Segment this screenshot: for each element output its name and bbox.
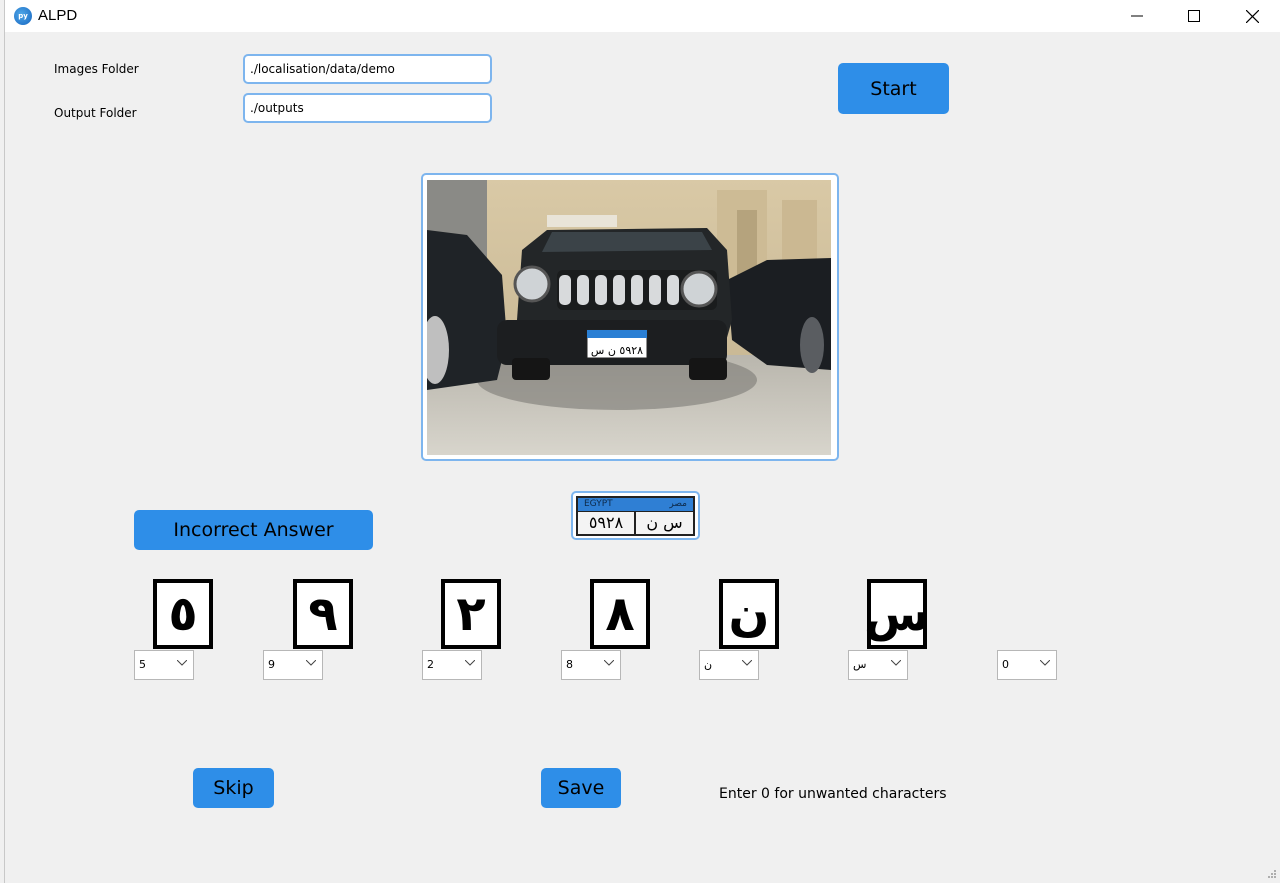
plate-country-en: EGYPT bbox=[584, 499, 613, 509]
char-select-value: 2 bbox=[427, 658, 434, 671]
char-select-7[interactable]: 0 bbox=[997, 650, 1057, 680]
plate-crop: EGYPT مصر ٥٩٢٨ س ن bbox=[576, 496, 695, 536]
char-select-value: 0 bbox=[1002, 658, 1009, 671]
char-image: ٩ bbox=[293, 579, 353, 649]
plate-letters: س ن bbox=[646, 513, 683, 532]
save-button[interactable]: Save bbox=[541, 768, 621, 808]
title-bar: py ALPD bbox=[5, 0, 1280, 32]
char-image: س bbox=[864, 579, 930, 649]
chevron-down-icon bbox=[465, 660, 475, 666]
chevron-down-icon bbox=[891, 660, 901, 666]
chevron-down-icon bbox=[1040, 660, 1050, 666]
close-icon bbox=[1245, 9, 1259, 23]
char-select-value: 5 bbox=[139, 658, 146, 671]
maximize-icon bbox=[1188, 10, 1200, 22]
window-title: ALPD bbox=[38, 7, 78, 24]
start-button[interactable]: Start bbox=[838, 63, 949, 114]
skip-button[interactable]: Skip bbox=[193, 768, 274, 808]
char-image: ٥ bbox=[153, 579, 213, 649]
char-select-4[interactable]: 8 bbox=[561, 650, 621, 680]
maximize-button[interactable] bbox=[1165, 0, 1223, 32]
chevron-down-icon bbox=[604, 660, 614, 666]
resize-grip-icon[interactable] bbox=[1267, 869, 1277, 879]
unwanted-characters-hint: Enter 0 for unwanted characters bbox=[719, 786, 947, 802]
char-select-value: ن bbox=[704, 658, 713, 671]
python-app-icon: py bbox=[14, 7, 32, 25]
plate-crop-frame: EGYPT مصر ٥٩٢٨ س ن bbox=[571, 491, 700, 540]
char-select-6[interactable]: س bbox=[848, 650, 908, 680]
car-photo: ٥٩٢٨ ن س bbox=[427, 180, 831, 455]
plate-numbers: ٥٩٢٨ bbox=[578, 512, 636, 534]
plate-header: EGYPT مصر bbox=[578, 498, 693, 511]
svg-text:٥٩٢٨ ن س: ٥٩٢٨ ن س bbox=[591, 344, 643, 357]
car-image-frame: ٥٩٢٨ ن س bbox=[421, 173, 839, 461]
plate-body: ٥٩٢٨ س ن bbox=[578, 512, 693, 534]
output-folder-label: Output Folder bbox=[54, 106, 137, 120]
char-image: ن bbox=[719, 579, 779, 649]
app-icon-text: py bbox=[18, 12, 28, 20]
char-image: ٨ bbox=[590, 579, 650, 649]
app-window: py ALPD Images Folder ./localisation/dat… bbox=[4, 0, 1280, 883]
close-button[interactable] bbox=[1223, 0, 1280, 32]
char-image: ٢ bbox=[441, 579, 501, 649]
incorrect-answer-button[interactable]: Incorrect Answer bbox=[134, 510, 373, 550]
minimize-icon bbox=[1131, 15, 1143, 17]
images-folder-label: Images Folder bbox=[54, 62, 139, 76]
chevron-down-icon bbox=[742, 660, 752, 666]
minimize-button[interactable] bbox=[1108, 0, 1166, 32]
plate-country-ar: مصر bbox=[669, 499, 687, 509]
char-select-value: 9 bbox=[268, 658, 275, 671]
char-select-2[interactable]: 9 bbox=[263, 650, 323, 680]
images-folder-input[interactable]: ./localisation/data/demo bbox=[243, 54, 492, 84]
chevron-down-icon bbox=[306, 660, 316, 666]
car-photo-illustration: ٥٩٢٨ ن س bbox=[427, 180, 831, 455]
char-select-5[interactable]: ن bbox=[699, 650, 759, 680]
char-select-3[interactable]: 2 bbox=[422, 650, 482, 680]
char-select-1[interactable]: 5 bbox=[134, 650, 194, 680]
chevron-down-icon bbox=[177, 660, 187, 666]
char-select-value: س bbox=[853, 658, 867, 671]
output-folder-input[interactable]: ./outputs bbox=[243, 93, 492, 123]
char-select-value: 8 bbox=[566, 658, 573, 671]
